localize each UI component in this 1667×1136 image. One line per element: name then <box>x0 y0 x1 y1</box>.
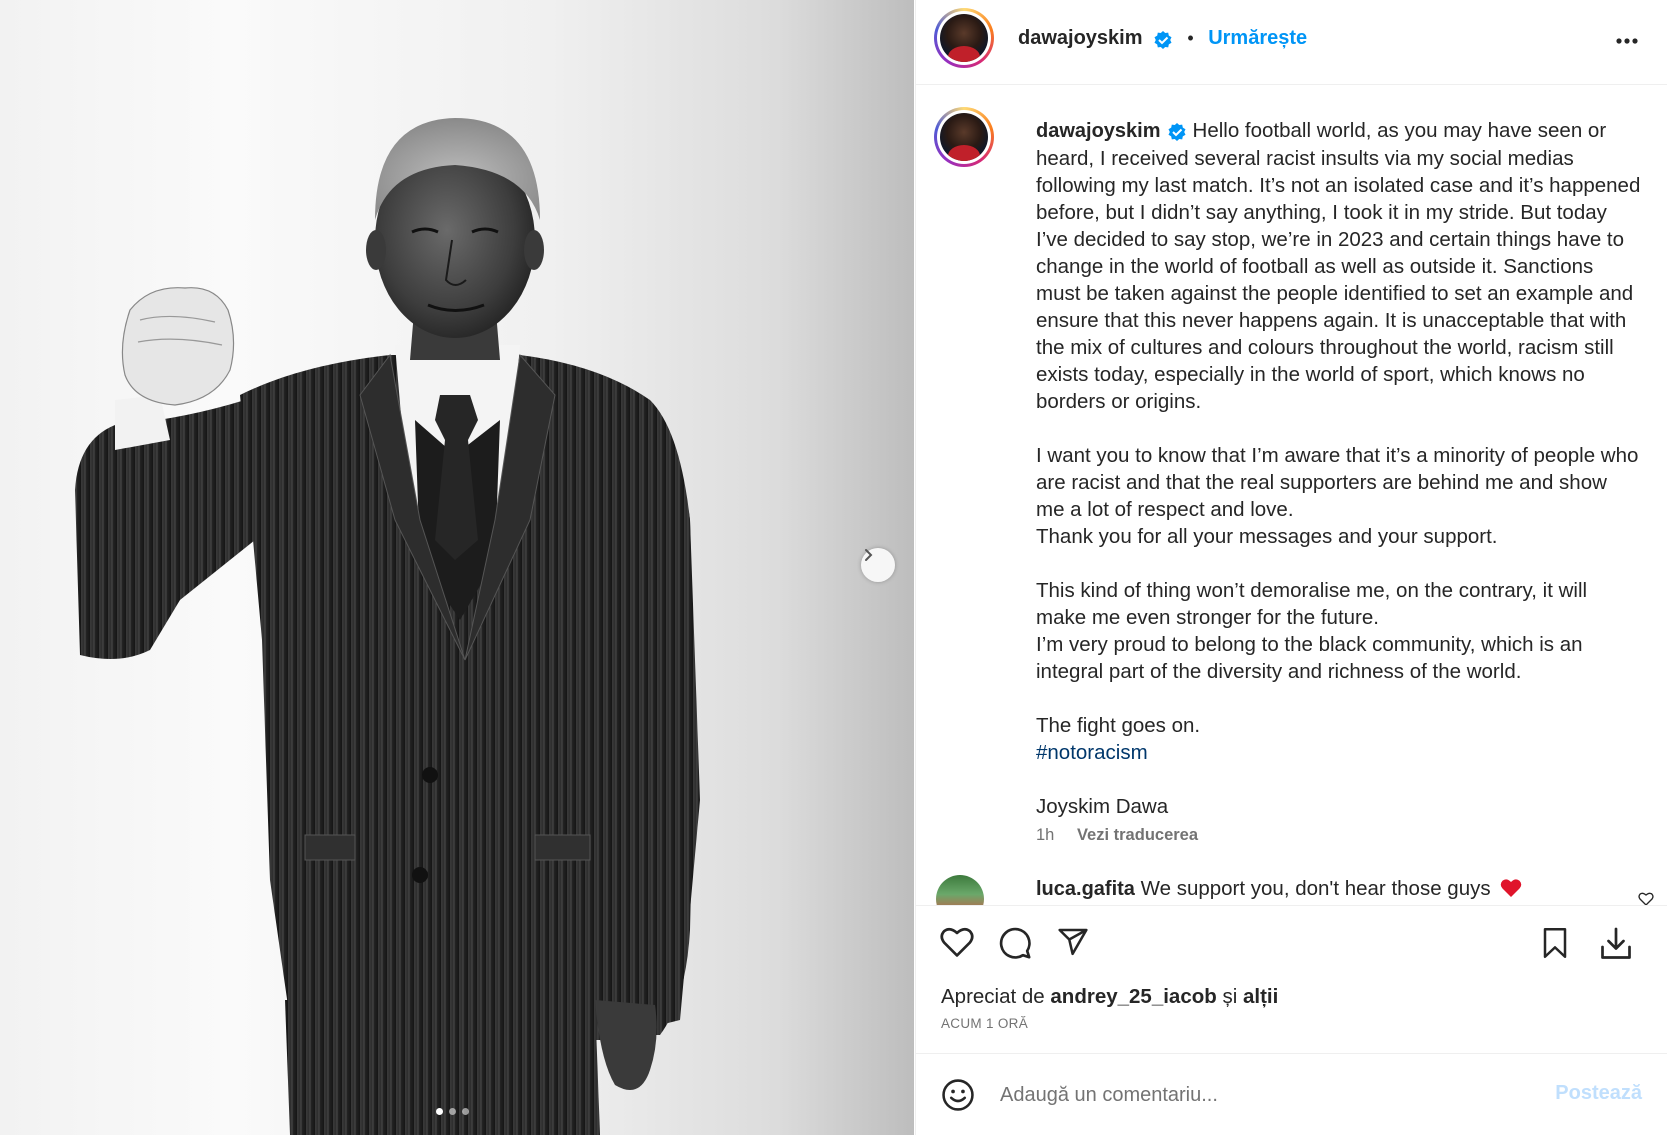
likes-summary: Apreciat de andrey_25_iacob și alții <box>941 985 1278 1009</box>
caption-paragraph-6: The fight goes on. <box>1036 714 1201 737</box>
bookmark-icon[interactable] <box>1540 926 1570 960</box>
caption-paragraph-5: I’m very proud to belong to the black co… <box>1036 633 1583 683</box>
caption-paragraph-2: I want you to know that I’m aware that i… <box>1036 444 1639 521</box>
next-slide-button[interactable] <box>861 548 895 582</box>
slide-dot-2 <box>449 1108 456 1115</box>
post-timestamp[interactable]: ACUM 1 ORĂ <box>941 1016 1028 1031</box>
caption-author-avatar[interactable] <box>934 107 994 167</box>
comment-item: luca.gafita We support you, don't hear t… <box>936 867 1656 905</box>
caption-signature: Joyskim Dawa <box>1036 795 1169 818</box>
verified-badge-icon <box>1168 122 1186 141</box>
comment-like-heart-icon[interactable] <box>1638 891 1654 905</box>
caption-meta: 1h Vezi traducerea <box>1036 826 1198 845</box>
see-translation-button[interactable]: Vezi traducerea <box>1077 826 1198 844</box>
comment-composer: Postează <box>916 1053 1667 1136</box>
caption-paragraph-1: Hello football world, as you may have se… <box>1036 119 1641 413</box>
caption-time: 1h <box>1036 826 1055 844</box>
slide-dot-3 <box>462 1108 469 1115</box>
action-bar <box>916 905 1667 976</box>
liked-by-others[interactable]: alții <box>1243 985 1278 1008</box>
author-avatar[interactable] <box>934 8 994 68</box>
comment-icon[interactable] <box>998 926 1032 960</box>
liked-by-user[interactable]: andrey_25_iacob <box>1050 985 1216 1008</box>
emoji-icon[interactable] <box>941 1078 975 1112</box>
instagram-post-view: dawajoyskim • Urmărește dawajoyskim Hell… <box>0 0 1667 1135</box>
post-header: dawajoyskim • Urmărește <box>916 0 1667 85</box>
comment-text-line: luca.gafita We support you, don't hear t… <box>1036 877 1522 901</box>
caption-username[interactable]: dawajoyskim <box>1036 120 1161 142</box>
author-username[interactable]: dawajoyskim <box>1018 27 1143 49</box>
follow-button[interactable]: Urmărește <box>1208 27 1307 49</box>
red-heart-emoji-icon <box>1501 879 1522 897</box>
caption-text: dawajoyskim Hello football world, as you… <box>1036 117 1641 820</box>
post-comment-button[interactable]: Postează <box>1555 1082 1642 1105</box>
post-sidebar: dawajoyskim • Urmărește dawajoyskim Hell… <box>915 0 1667 1135</box>
slide-indicator <box>436 1108 469 1115</box>
liked-by-joiner: și <box>1222 985 1238 1008</box>
commenter-avatar[interactable] <box>936 875 984 905</box>
slide-dot-1 <box>436 1108 443 1115</box>
hashtag-link[interactable]: #notoracism <box>1036 739 1641 766</box>
heart-icon[interactable] <box>940 926 974 958</box>
verified-badge-icon <box>1154 30 1172 49</box>
comments-scroll-area[interactable]: dawajoyskim Hello football world, as you… <box>916 85 1667 905</box>
caption-paragraph-3: Thank you for all your messages and your… <box>1036 525 1498 548</box>
post-media[interactable] <box>0 0 914 1135</box>
commenter-username[interactable]: luca.gafita <box>1036 878 1135 900</box>
chevron-right-icon <box>865 549 873 561</box>
more-options-icon[interactable] <box>1614 28 1640 54</box>
liked-by-prefix: Apreciat de <box>941 985 1045 1008</box>
comment-text: We support you, don't hear those guys <box>1140 877 1491 900</box>
send-icon[interactable] <box>1056 926 1090 958</box>
separator-bullet: • <box>1187 28 1194 48</box>
comment-input[interactable] <box>998 1079 1522 1111</box>
download-icon[interactable] <box>1598 926 1634 962</box>
post-photo <box>75 118 700 1135</box>
caption-paragraph-4: This kind of thing won’t demoralise me, … <box>1036 579 1588 629</box>
